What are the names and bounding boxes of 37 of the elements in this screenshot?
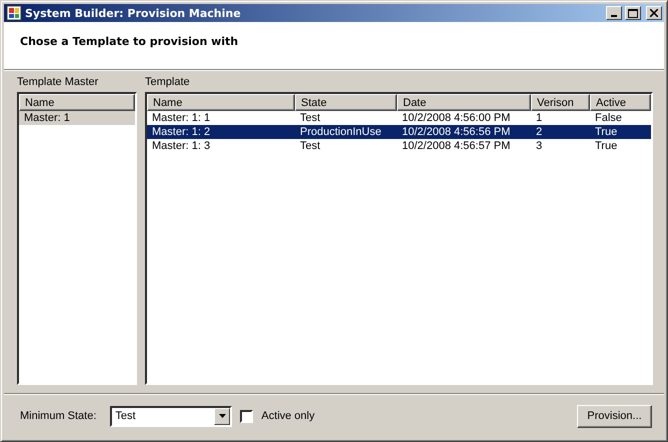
caret-icon [218,414,226,418]
maximize-button[interactable] [625,6,641,20]
column-header[interactable]: Name [147,94,295,111]
instruction-text: Chose a Template to provision with [20,35,238,48]
close-button[interactable] [646,6,662,20]
column-header[interactable]: Date [397,94,531,111]
table-cell[interactable]: 2 [531,125,590,139]
table-cell[interactable]: Master: 1: 1 [147,111,295,125]
minimize-button[interactable] [606,6,622,20]
column-header[interactable]: Name [19,94,135,111]
column-header[interactable]: State [295,94,397,111]
close-icon [650,9,658,17]
table-cell[interactable]: 10/2/2008 4:56:56 PM [397,125,531,139]
active-only-checkbox[interactable] [240,410,254,422]
template-label: Template [145,76,191,89]
table-cell[interactable]: True [590,139,651,153]
template-master-label: Template Master [17,76,100,89]
column-header[interactable]: Verison [531,94,590,111]
table-cell[interactable]: True [590,125,651,139]
table-cell[interactable]: 3 [531,139,590,153]
table-cell[interactable]: 1 [531,111,590,125]
table-cell[interactable]: Test [295,139,397,153]
minimum-state-label: Minimum State: [20,410,96,422]
minimum-state-dropdown[interactable]: Test [110,406,232,426]
table-cell[interactable]: 10/2/2008 4:56:00 PM [397,111,531,125]
table-cell[interactable]: False [590,111,651,125]
column-header[interactable]: Active [590,94,651,111]
table-cell[interactable]: Test [295,111,397,125]
active-only-label: Active only [261,410,315,422]
table-cell[interactable]: ProductionInUse [295,125,397,139]
table-cell[interactable]: Master: 1: 2 [147,125,295,139]
window-title: System Builder: Provision Machine [25,6,242,20]
table-cell[interactable]: 10/2/2008 4:56:57 PM [397,139,531,153]
table-cell[interactable]: Master: 1: 3 [147,139,295,153]
table-cell[interactable]: Master: 1 [19,111,135,125]
maximize-icon [628,8,638,18]
provision-button[interactable]: Provision... [577,404,652,428]
